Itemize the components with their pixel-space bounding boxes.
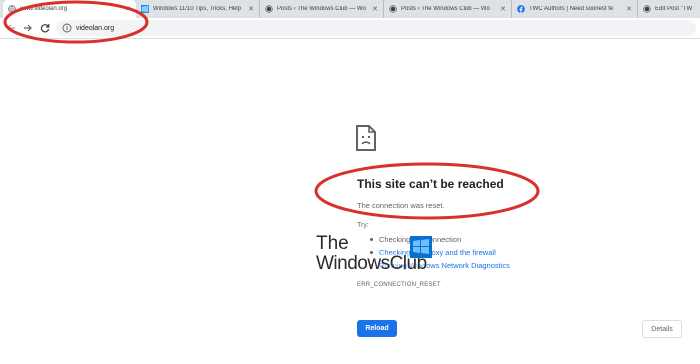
windows-logo-watermark-icon bbox=[410, 236, 432, 258]
tab-videolan[interactable]: www.videolan.org ✕ bbox=[3, 0, 136, 18]
browser-toolbar: videolan.org bbox=[0, 18, 700, 39]
forward-button[interactable] bbox=[22, 22, 34, 34]
error-code: ERR_CONNECTION_RESET bbox=[357, 282, 441, 288]
wordpress-icon bbox=[389, 5, 397, 13]
close-tab-icon[interactable]: ✕ bbox=[372, 5, 378, 13]
reload-button[interactable]: Reload bbox=[357, 320, 397, 337]
tab-edit-post[interactable]: Edit Post "TW bbox=[638, 0, 700, 18]
back-arrow-icon bbox=[7, 24, 15, 32]
annotation-overlay bbox=[3, 0, 540, 220]
error-title: This site can’t be reached bbox=[357, 177, 504, 191]
close-tab-icon[interactable]: ✕ bbox=[626, 5, 632, 13]
tab-title: Edit Post "TW bbox=[655, 6, 693, 12]
forward-arrow-icon bbox=[24, 24, 32, 32]
close-tab-icon[interactable]: ✕ bbox=[125, 5, 131, 13]
tab-title: www.videolan.org bbox=[20, 6, 68, 12]
info-icon[interactable] bbox=[62, 23, 72, 33]
address-bar[interactable]: videolan.org bbox=[56, 20, 696, 36]
tab-title: Windows 11/10 Tips, Tricks, Help bbox=[153, 6, 241, 12]
sad-page-icon bbox=[356, 125, 376, 151]
globe-icon bbox=[8, 5, 16, 13]
tab-twc-authors[interactable]: TWC Authors | Need soonest fe ✕ bbox=[512, 0, 638, 18]
error-subtitle: The connection was reset. bbox=[357, 201, 445, 210]
wordpress-icon bbox=[643, 5, 651, 13]
try-label: Try: bbox=[357, 222, 369, 229]
refresh-button[interactable] bbox=[39, 22, 51, 34]
url-text: videolan.org bbox=[76, 24, 115, 32]
facebook-icon bbox=[517, 5, 525, 13]
tab-posts-1[interactable]: Posts ‹ The Windows Club — Wo ✕ bbox=[260, 0, 384, 18]
tab-posts-2[interactable]: Posts ‹ The Windows Club — Wo ✕ bbox=[384, 0, 512, 18]
tab-title: Posts ‹ The Windows Club — Wo bbox=[277, 6, 366, 12]
windows-logo-icon bbox=[141, 5, 149, 13]
tab-title: TWC Authors | Need soonest fe bbox=[529, 6, 614, 12]
refresh-icon bbox=[40, 24, 50, 33]
tab-title: Posts ‹ The Windows Club — Wo bbox=[401, 6, 490, 12]
back-button[interactable] bbox=[5, 22, 17, 34]
close-tab-icon[interactable]: ✕ bbox=[500, 5, 506, 13]
tab-windows-tips[interactable]: Windows 11/10 Tips, Tricks, Help ✕ bbox=[136, 0, 260, 18]
close-tab-icon[interactable]: ✕ bbox=[248, 5, 254, 13]
tab-strip: www.videolan.org ✕ Windows 11/10 Tips, T… bbox=[0, 0, 700, 18]
wordpress-icon bbox=[265, 5, 273, 13]
details-button[interactable]: Details bbox=[642, 320, 682, 338]
